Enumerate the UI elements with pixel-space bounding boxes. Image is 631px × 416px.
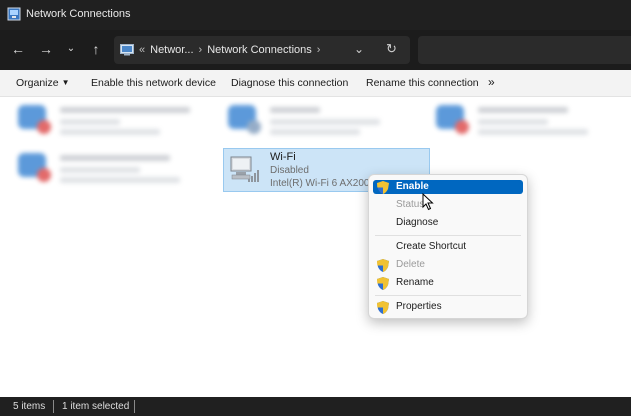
menu-item-label: Rename — [396, 277, 434, 288]
forward-arrow-icon[interactable]: → — [37, 40, 55, 58]
breadcrumb-item-network[interactable]: Networ... — [150, 44, 193, 56]
chevron-right-icon[interactable]: › — [317, 44, 321, 56]
wifi-adapter-icon — [230, 156, 259, 182]
up-arrow-icon[interactable]: ↑ — [87, 40, 105, 58]
network-connection-tile[interactable] — [432, 101, 622, 141]
title-bar: Network Connections — [0, 0, 631, 30]
menu-item-status[interactable]: Status — [373, 198, 523, 212]
network-connection-tile[interactable] — [224, 101, 414, 141]
navigation-bar: ← → ⌄ ↑ « Networ... › Network Connection… — [0, 30, 631, 70]
menu-item-label: Enable — [396, 181, 429, 192]
organize-button[interactable]: Organize ▼ — [16, 77, 70, 89]
chevron-down-icon[interactable]: ⌄ — [354, 42, 364, 56]
network-adapter-icon — [18, 105, 51, 134]
status-bar: 5 items 1 item selected — [0, 397, 631, 416]
connections-list: Wi-Fi Disabled Intel(R) Wi-Fi 6 AX200 — [0, 97, 631, 397]
breadcrumb-overflow[interactable]: « — [139, 44, 145, 56]
item-count: 5 items — [13, 401, 46, 412]
context-menu: Enable Status Diagnose Create Shortcut D… — [368, 174, 528, 319]
wifi-name: Wi-Fi — [270, 151, 296, 163]
menu-item-delete[interactable]: Delete — [373, 258, 523, 272]
menu-item-rename[interactable]: Rename — [373, 276, 523, 290]
breadcrumb-item-network-connections[interactable]: Network Connections — [207, 44, 312, 56]
control-panel-icon — [120, 44, 134, 56]
status-divider — [134, 400, 135, 413]
network-connections-app-icon — [7, 7, 21, 21]
wifi-adapter-name: Intel(R) Wi-Fi 6 AX200 — [270, 178, 370, 189]
enable-device-button[interactable]: Enable this network device — [91, 77, 216, 89]
menu-item-enable[interactable]: Enable — [373, 180, 523, 194]
organize-label: Organize — [16, 77, 59, 89]
uac-shield-icon — [377, 301, 389, 314]
more-commands-button[interactable]: » — [488, 75, 495, 89]
menu-separator — [375, 295, 521, 296]
menu-item-create-shortcut[interactable]: Create Shortcut — [373, 240, 523, 254]
refresh-icon[interactable]: ↻ — [386, 41, 397, 57]
menu-item-properties[interactable]: Properties — [373, 300, 523, 314]
window-title: Network Connections — [26, 8, 131, 20]
caret-down-icon: ▼ — [61, 78, 70, 87]
menu-item-label: Status — [396, 199, 425, 210]
menu-item-label: Properties — [396, 301, 442, 312]
wifi-status: Disabled — [270, 165, 309, 176]
network-adapter-icon — [18, 153, 51, 182]
network-connection-tile[interactable] — [14, 149, 204, 189]
uac-shield-icon — [377, 181, 389, 194]
status-divider — [53, 400, 54, 413]
recent-locations-chevron-icon[interactable]: ⌄ — [62, 40, 80, 58]
search-input[interactable] — [418, 36, 631, 64]
diagnose-connection-button[interactable]: Diagnose this connection — [231, 77, 348, 89]
selection-count: 1 item selected — [62, 401, 130, 412]
chevron-right-icon[interactable]: › — [199, 44, 203, 56]
uac-shield-icon — [377, 277, 389, 290]
uac-shield-icon — [377, 259, 389, 272]
address-bar[interactable]: « Networ... › Network Connections › ⌄ ↻ — [114, 36, 410, 64]
network-connection-tile[interactable] — [14, 101, 204, 141]
menu-item-label: Diagnose — [396, 217, 439, 228]
menu-item-label: Delete — [396, 259, 425, 270]
network-adapter-icon — [436, 105, 469, 134]
back-arrow-icon[interactable]: ← — [9, 40, 27, 58]
command-bar: Organize ▼ Enable this network device Dia… — [0, 70, 631, 97]
network-adapter-icon — [228, 105, 261, 134]
breadcrumb: « Networ... › Network Connections › — [120, 36, 320, 64]
menu-separator — [375, 235, 521, 236]
menu-item-label: Create Shortcut — [396, 241, 467, 252]
mouse-pointer-icon — [422, 193, 434, 211]
menu-item-diagnose[interactable]: Diagnose — [373, 216, 523, 230]
rename-connection-button[interactable]: Rename this connection — [366, 77, 479, 89]
